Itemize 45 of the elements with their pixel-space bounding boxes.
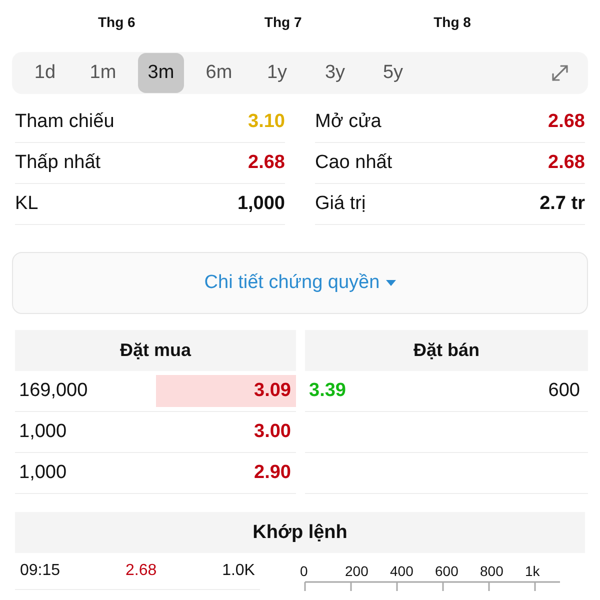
- stat-value: 2.68: [548, 152, 585, 174]
- axis-tick-label: 600: [435, 563, 460, 579]
- column-header: Đặt mua: [15, 330, 296, 371]
- match-time: 09:15: [20, 562, 60, 580]
- stat-label: Mở cửa: [315, 111, 382, 133]
- stat-value: 1,000: [237, 193, 285, 215]
- stat-value: 2.68: [248, 152, 285, 174]
- period-tab[interactable]: 1d: [16, 53, 74, 93]
- axis-tick-label: 200: [345, 563, 370, 579]
- month-label: Thg 7: [264, 14, 303, 30]
- month-label: Thg 6: [98, 14, 136, 30]
- stat-label: Cao nhất: [315, 152, 392, 174]
- stat-label: Giá trị: [315, 193, 366, 215]
- period-tab[interactable]: 6m: [190, 53, 248, 93]
- period-tab[interactable]: 3y: [306, 53, 364, 93]
- axis-tick-label: 0: [300, 563, 309, 579]
- column-header: Đặt bán: [305, 330, 588, 371]
- bid-price: 3.00: [253, 420, 292, 444]
- stat-label: Tham chiếu: [15, 111, 114, 133]
- period-tab[interactable]: 1y: [248, 53, 306, 93]
- period-tab[interactable]: 1m: [74, 53, 132, 93]
- section-header: Khớp lệnh: [15, 512, 585, 553]
- period-tab[interactable]: 3m: [138, 53, 184, 93]
- ask-volume: 600: [548, 380, 580, 402]
- stat-label: KL: [15, 193, 38, 215]
- ask-price: 3.39: [309, 380, 346, 402]
- stat-value: 2.7 tr: [540, 193, 585, 215]
- bid-volume: 1,000: [19, 421, 67, 443]
- axis-tick-label: 400: [390, 563, 414, 579]
- match-volume: 1.0K: [222, 562, 255, 580]
- bid-volume: 169,000: [19, 380, 88, 402]
- bid-price: 3.09: [156, 375, 296, 407]
- stat-value: 3.10: [248, 111, 285, 133]
- detail-button[interactable]: Chi tiết chứng quyền: [12, 252, 588, 314]
- month-label: Thg 8: [434, 14, 472, 30]
- axis-tick-label: 1k: [525, 563, 541, 579]
- stat-value: 2.68: [548, 111, 585, 133]
- period-tab[interactable]: 5y: [364, 53, 422, 93]
- axis-tick-label: 800: [480, 563, 504, 579]
- expand-icon[interactable]: [550, 63, 570, 83]
- bid-price: 2.90: [253, 461, 292, 485]
- match-price: 2.68: [125, 562, 157, 580]
- stat-label: Thấp nhất: [15, 152, 101, 174]
- bid-volume: 1,000: [19, 462, 67, 484]
- caret-icon: [386, 280, 396, 286]
